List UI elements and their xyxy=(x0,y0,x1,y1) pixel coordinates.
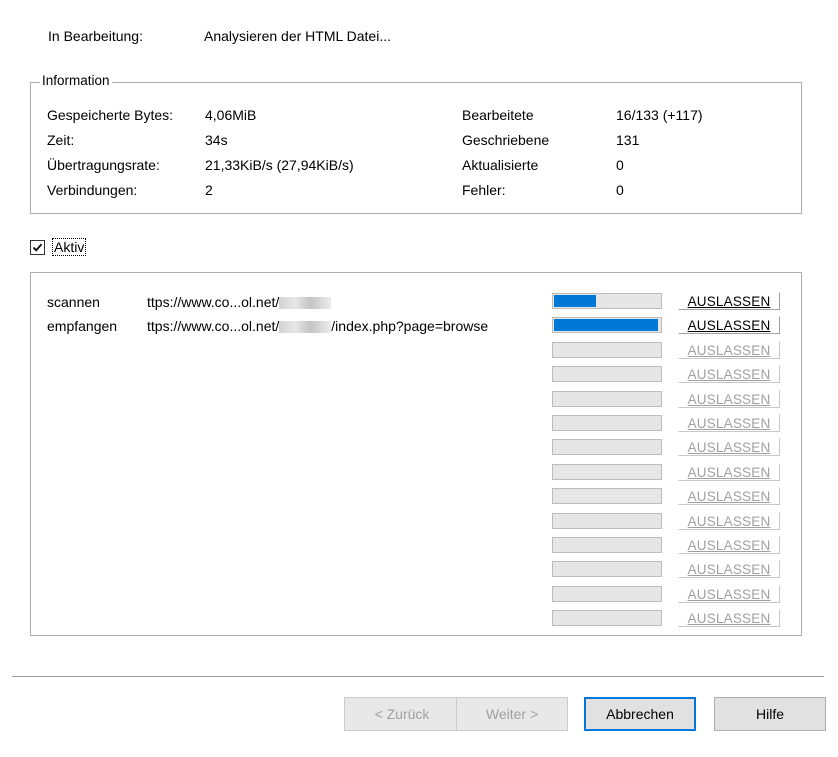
redacted-segment xyxy=(279,321,332,334)
progress-bar xyxy=(552,366,662,382)
transfer-action-1: empfangen xyxy=(47,318,118,334)
cancel-button[interactable]: Abbrechen xyxy=(584,697,696,731)
information-legend: Information xyxy=(40,73,112,88)
info-label-rate: Übertragungsrate: xyxy=(47,157,160,173)
progress-bar xyxy=(552,561,662,577)
progress-bar xyxy=(552,488,662,504)
progress-bar xyxy=(552,464,662,480)
help-button[interactable]: Hilfe xyxy=(714,697,826,731)
footer-separator xyxy=(12,676,824,677)
transfer-action-0: scannen xyxy=(47,294,100,310)
skip-button[interactable]: AUSLASSEN xyxy=(678,585,780,603)
skip-button[interactable]: AUSLASSEN xyxy=(678,390,780,408)
transfer-url-0: ttps://www.co...ol.net/ xyxy=(147,294,332,310)
info-value-updated: 0 xyxy=(616,157,624,173)
skip-button[interactable]: AUSLASSEN xyxy=(678,365,780,383)
redacted-segment xyxy=(279,297,332,310)
skip-button[interactable]: AUSLASSEN xyxy=(678,341,780,359)
checkmark-icon xyxy=(32,243,43,252)
info-value-time: 34s xyxy=(205,132,228,148)
skip-button[interactable]: AUSLASSEN xyxy=(678,609,780,627)
skip-button[interactable]: AUSLASSEN xyxy=(678,292,780,310)
progress-bar xyxy=(552,586,662,602)
info-label-written: Geschriebene xyxy=(462,132,550,148)
skip-button[interactable]: AUSLASSEN xyxy=(678,487,780,505)
active-checkbox[interactable] xyxy=(30,240,45,255)
skip-button[interactable]: AUSLASSEN xyxy=(678,536,780,554)
progress-bar xyxy=(552,537,662,553)
info-value-rate: 21,33KiB/s (27,94KiB/s) xyxy=(205,157,354,173)
progress-bar xyxy=(552,317,662,333)
transfer-url-1: ttps://www.co...ol.net//index.php?page=b… xyxy=(147,318,489,334)
info-value-written: 131 xyxy=(616,132,640,148)
skip-button[interactable]: AUSLASSEN xyxy=(678,414,780,432)
skip-button[interactable]: AUSLASSEN xyxy=(678,463,780,481)
information-groupbox xyxy=(30,82,802,214)
info-label-time: Zeit: xyxy=(47,132,75,148)
skip-button[interactable]: AUSLASSEN xyxy=(678,512,780,530)
progress-bar xyxy=(552,439,662,455)
progress-bar xyxy=(552,391,662,407)
skip-button[interactable]: AUSLASSEN xyxy=(678,438,780,456)
info-value-errors: 0 xyxy=(616,182,624,198)
active-label[interactable]: Aktiv xyxy=(52,238,87,256)
back-button[interactable]: < Zurück xyxy=(344,697,460,731)
progress-bar xyxy=(552,513,662,529)
info-label-errors: Fehler: xyxy=(462,182,506,198)
info-value-bytes: 4,06MiB xyxy=(205,107,257,123)
progress-bar xyxy=(552,293,662,309)
status-value: Analysieren der HTML Datei... xyxy=(204,28,391,44)
next-button[interactable]: Weiter > xyxy=(456,697,568,731)
progress-bar xyxy=(552,415,662,431)
skip-button[interactable]: AUSLASSEN xyxy=(678,560,780,578)
info-label-processed: Bearbeitete xyxy=(462,107,534,123)
progress-bar xyxy=(552,610,662,626)
skip-button[interactable]: AUSLASSEN xyxy=(678,316,780,334)
status-label: In Bearbeitung: xyxy=(48,28,143,44)
info-label-bytes: Gespeicherte Bytes: xyxy=(47,107,174,123)
info-label-updated: Aktualisierte xyxy=(462,157,539,173)
progress-bar xyxy=(552,342,662,358)
info-value-connections: 2 xyxy=(205,182,213,198)
info-label-connections: Verbindungen: xyxy=(47,182,138,198)
info-value-processed: 16/133 (+117) xyxy=(616,107,703,123)
progress-fill xyxy=(554,295,596,307)
progress-fill xyxy=(554,319,658,331)
